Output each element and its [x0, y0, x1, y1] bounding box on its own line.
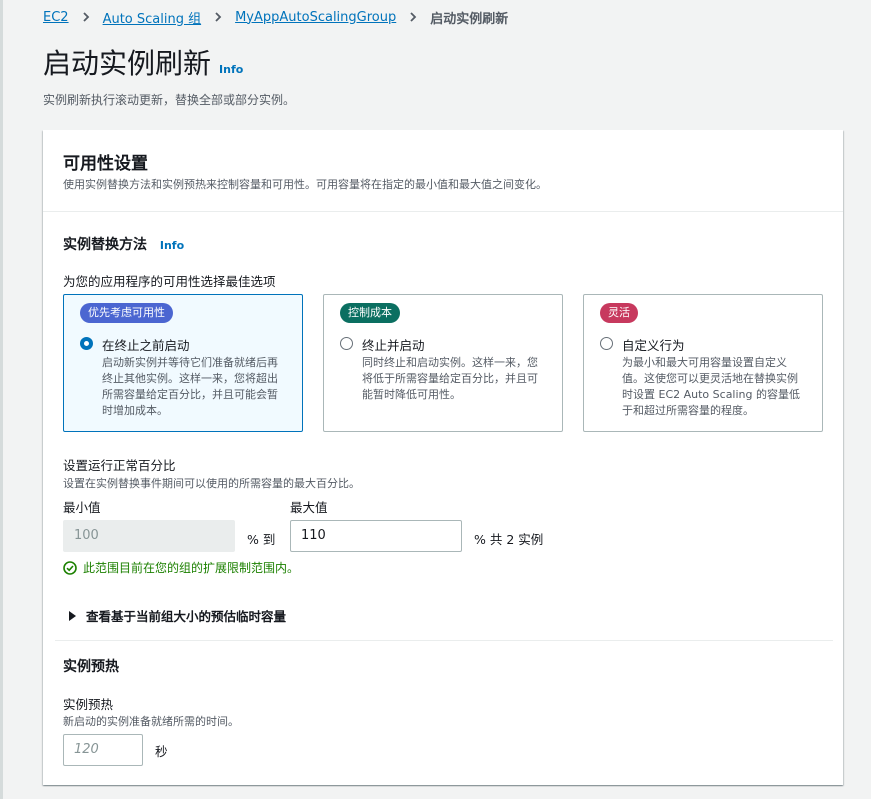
panel-title: 可用性设置	[63, 154, 148, 174]
breadcrumb-current: 启动实例刷新	[430, 11, 509, 27]
healthy-description: 设置在实例替换事件期间可以使用的所需容量的最大百分比。	[63, 477, 360, 490]
breadcrumb-link-group[interactable]: MyAppAutoScalingGroup	[235, 10, 396, 25]
expander-label: 查看基于当前组大小的预估临时容量	[86, 609, 287, 624]
badge-availability: 优先考虑可用性	[80, 303, 173, 323]
check-circle-icon	[63, 560, 77, 575]
option-description: 同时终止和启动实例。这样一来，您将低于所需容量给定百分比，并且可能暂时降低可用性…	[362, 356, 538, 401]
replacement-info-link[interactable]: Info	[160, 239, 184, 252]
replacement-title: 实例替换方法	[63, 237, 147, 253]
radio-custom-behavior[interactable]	[600, 337, 613, 350]
replacement-section: 实例替换方法 Info	[63, 234, 184, 254]
max-label: 最大值	[290, 500, 328, 515]
caret-right-icon	[69, 610, 76, 621]
option-description: 启动新实例并等待它们准备就绪后再终止其他实例。这样一来，您将超出所需容量给定百分…	[102, 356, 278, 417]
option-description: 为最小和最大可用容量设置自定义值。这使您可以更灵活地在替换实例时设置 EC2 A…	[622, 356, 800, 417]
option-launch-before-terminate[interactable]: 优先考虑可用性 在终止之前启动 启动新实例并等待它们准备就绪后再终止其他实例。这…	[63, 294, 303, 432]
warmup-label: 实例预热	[63, 697, 114, 712]
range-success-message: 此范围目前在您的组的扩展限制范围内。	[63, 559, 299, 576]
divider	[55, 640, 833, 641]
replacement-prompt: 为您的应用程序的可用性选择最佳选项	[63, 274, 276, 289]
panel-header: 可用性设置 使用实例替换方法和实例预热来控制容量和可用性。可用容量将在指定的最小…	[43, 130, 843, 212]
page-info-link[interactable]: Info	[219, 63, 243, 76]
warmup-description: 新启动的实例准备就绪所需的时间。	[63, 715, 239, 728]
option-label: 终止并启动	[362, 338, 425, 353]
option-label: 在终止之前启动	[102, 338, 190, 353]
chevron-right-icon	[215, 12, 222, 22]
warmup-unit: 秒	[155, 744, 168, 759]
warmup-title: 实例预热	[63, 659, 119, 675]
breadcrumb: EC2 Auto Scaling 组 MyAppAutoScalingGroup…	[43, 7, 508, 27]
page-description: 实例刷新执行滚动更新，替换全部或部分实例。	[43, 93, 296, 107]
badge-cost: 控制成本	[340, 303, 400, 323]
min-label: 最小值	[63, 500, 101, 515]
capacity-expander[interactable]: 查看基于当前组大小的预估临时容量	[69, 606, 286, 625]
option-label: 自定义行为	[622, 338, 685, 353]
total-text: % 共 2 实例	[474, 532, 544, 547]
healthy-title: 设置运行正常百分比	[63, 458, 176, 473]
chevron-right-icon	[410, 12, 417, 22]
panel-description: 使用实例替换方法和实例预热来控制容量和可用性。可用容量将在指定的最小值和最大值之…	[63, 178, 547, 191]
success-text: 此范围目前在您的组的扩展限制范围内。	[83, 561, 300, 575]
warmup-input[interactable]: 120	[63, 734, 143, 766]
radio-terminate-and-launch[interactable]	[340, 337, 353, 350]
option-terminate-and-launch[interactable]: 控制成本 终止并启动 同时终止和启动实例。这样一来，您将低于所需容量给定百分比，…	[323, 294, 563, 432]
left-edge	[0, 0, 3, 799]
page-title: 启动实例刷新	[43, 47, 212, 80]
min-healthy-input: 100	[63, 520, 235, 552]
to-text: % 到	[247, 532, 276, 547]
max-healthy-input[interactable]: 110	[290, 520, 462, 552]
availability-panel: 可用性设置 使用实例替换方法和实例预热来控制容量和可用性。可用容量将在指定的最小…	[43, 130, 843, 785]
badge-flexible: 灵活	[600, 303, 638, 323]
radio-launch-before-terminate[interactable]	[80, 337, 93, 350]
option-custom-behavior[interactable]: 灵活 自定义行为 为最小和最大可用容量设置自定义值。这使您可以更灵活地在替换实例…	[583, 294, 823, 432]
breadcrumb-link-auto-scaling[interactable]: Auto Scaling 组	[103, 8, 202, 27]
chevron-right-icon	[82, 12, 89, 22]
breadcrumb-link-ec2[interactable]: EC2	[43, 10, 69, 25]
page-header: 启动实例刷新 Info	[43, 44, 243, 84]
